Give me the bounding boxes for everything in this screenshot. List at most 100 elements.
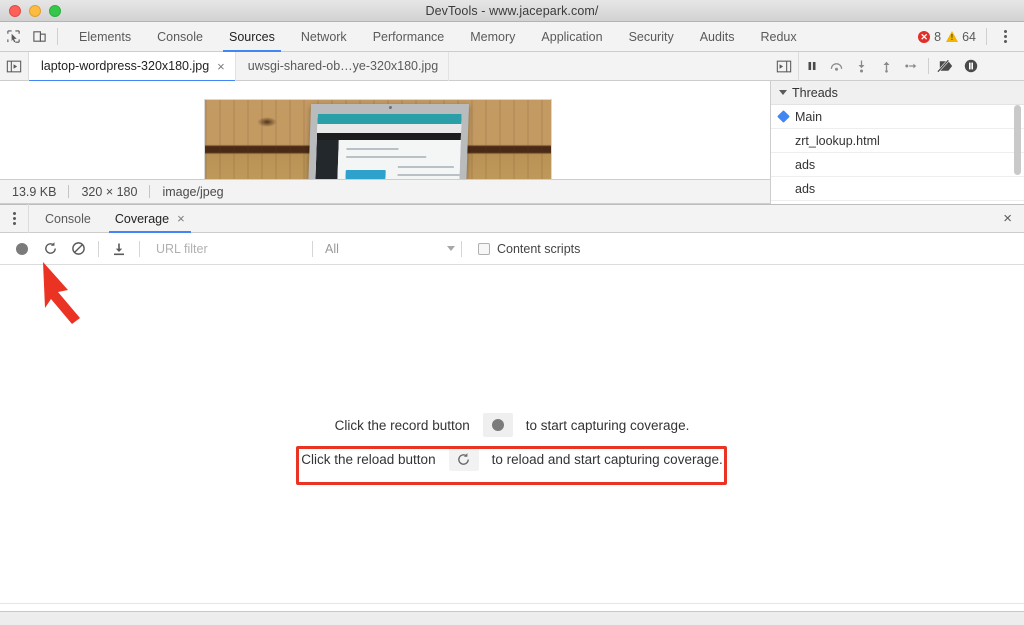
record-instruction-prefix: Click the record button	[334, 417, 470, 433]
devtools-main-toolbar: Elements Console Sources Network Perform…	[0, 22, 1024, 52]
image-file-size: 13.9 KB	[12, 184, 57, 199]
thread-item-label: ads	[795, 157, 816, 172]
thread-item-main[interactable]: Main	[771, 105, 1024, 129]
thread-item-ads-2[interactable]: ads	[771, 177, 1024, 201]
chevron-down-icon	[779, 90, 787, 95]
debugger-divider-2	[928, 58, 929, 74]
drawer-kebab-menu-icon[interactable]	[0, 212, 28, 225]
drawer-tab-label: Coverage	[114, 211, 170, 226]
tab-sources[interactable]: Sources	[216, 22, 288, 52]
panel-tab-list: Elements Console Sources Network Perform…	[66, 22, 810, 52]
coverage-type-filter-value: All	[325, 241, 339, 256]
devtools-window: DevTools - www.jacepark.com/ Elements Co…	[0, 0, 1024, 625]
tab-memory-label: Memory	[470, 29, 516, 44]
tab-audits[interactable]: Audits	[687, 22, 748, 52]
chevron-down-icon	[447, 246, 455, 251]
tab-console[interactable]: Console	[144, 22, 216, 52]
content-scripts-checkbox[interactable]: Content scripts	[478, 242, 580, 256]
step-over-icon[interactable]	[824, 52, 849, 81]
coverage-empty-state: Click the record button to start capturi…	[0, 408, 1024, 476]
reload-instruction-suffix: to reload and start capturing coverage.	[491, 451, 723, 467]
image-dimensions: 320 × 180	[81, 184, 138, 199]
drawer-tab-close-icon[interactable]: ×	[177, 212, 185, 225]
tab-redux-label: Redux	[760, 29, 797, 44]
tab-security-label: Security	[628, 29, 674, 44]
warning-counter[interactable]: 64	[946, 30, 981, 44]
toolbar-right-group: ✕ 8 64	[918, 24, 1024, 50]
error-counter[interactable]: ✕ 8	[918, 30, 946, 44]
pause-on-exceptions-icon[interactable]	[958, 52, 983, 81]
toolbar-divider	[57, 28, 58, 45]
reload-instruction-prefix: Click the reload button	[301, 451, 436, 467]
window-bottom-strip	[0, 611, 1024, 625]
annotation-arrow-icon	[43, 262, 80, 324]
coverage-toolbar-divider-4	[461, 240, 462, 257]
sources-file-tabstrip: laptop-wordpress-320x180.jpg × uwsgi-sha…	[0, 51, 770, 82]
image-preview-pane	[0, 81, 770, 179]
record-instruction-suffix: to start capturing coverage.	[525, 417, 690, 433]
file-tab-label: uwsgi-shared-ob…ye-320x180.jpg	[247, 59, 439, 73]
error-count: 8	[934, 29, 942, 44]
tab-application[interactable]: Application	[528, 22, 615, 52]
threads-header-label: Threads	[792, 85, 838, 100]
file-tab-label: laptop-wordpress-320x180.jpg	[41, 59, 210, 73]
debugger-toolbar	[770, 51, 1024, 81]
tab-memory[interactable]: Memory	[457, 22, 528, 52]
window-titlebar: DevTools - www.jacepark.com/	[0, 0, 1024, 22]
drawer-divider	[28, 204, 29, 233]
step-into-icon[interactable]	[849, 52, 874, 81]
tab-elements[interactable]: Elements	[66, 22, 144, 52]
record-icon[interactable]	[482, 413, 513, 437]
laptop-camera-dot	[388, 106, 392, 109]
inspect-element-icon[interactable]	[0, 24, 26, 50]
url-filter-input[interactable]	[156, 238, 306, 259]
tab-security[interactable]: Security	[616, 22, 687, 52]
step-icon[interactable]	[899, 52, 924, 81]
coverage-type-filter-select[interactable]: All	[325, 242, 455, 256]
thread-item-label: ads	[795, 181, 816, 196]
image-status-bar: 13.9 KB 320 × 180 image/jpeg	[0, 179, 770, 204]
warning-icon	[946, 31, 959, 42]
tab-application-label: Application	[541, 29, 603, 44]
threads-section-header[interactable]: Threads	[771, 81, 1024, 105]
coverage-toolbar: All Content scripts	[0, 233, 1024, 265]
pause-icon[interactable]	[799, 52, 824, 81]
tab-elements-label: Elements	[79, 29, 132, 44]
content-scripts-label: Content scripts	[497, 241, 581, 256]
drawer-tab-console[interactable]: Console	[33, 204, 103, 233]
thread-item-zrt-lookup[interactable]: zrt_lookup.html	[771, 129, 1024, 153]
deactivate-breakpoints-icon[interactable]	[933, 52, 958, 81]
toolbar-divider-right	[986, 28, 987, 45]
status-divider	[149, 185, 151, 198]
error-icon: ✕	[918, 30, 931, 43]
tab-performance-label: Performance	[372, 29, 445, 44]
tab-redux[interactable]: Redux	[747, 22, 809, 52]
thread-item-label: Main	[795, 109, 823, 124]
image-mime-type: image/jpeg	[162, 184, 224, 199]
show-navigator-icon[interactable]	[0, 52, 28, 81]
file-tab-uwsgi-shared[interactable]: uwsgi-shared-ob…ye-320x180.jpg	[236, 51, 450, 81]
tab-performance[interactable]: Performance	[360, 22, 458, 52]
reload-instruction-line: Click the reload button to reload and st…	[301, 442, 723, 476]
tab-console-label: Console	[157, 29, 203, 44]
checkbox-box-icon	[478, 242, 490, 255]
window-title: DevTools - www.jacepark.com/	[425, 3, 599, 18]
drawer-tab-coverage[interactable]: Coverage ×	[103, 204, 197, 233]
file-tab-laptop-wordpress[interactable]: laptop-wordpress-320x180.jpg ×	[29, 51, 236, 82]
threads-sidebar: Threads Main zrt_lookup.html ads ads	[770, 81, 1024, 204]
kebab-menu-icon[interactable]	[992, 24, 1018, 50]
close-drawer-icon[interactable]: ×	[1003, 210, 1012, 227]
device-toolbar-icon[interactable]	[26, 24, 52, 50]
step-out-icon[interactable]	[874, 52, 899, 81]
show-debugger-sidebar-icon[interactable]	[770, 52, 798, 81]
record-instruction-line: Click the record button to start capturi…	[334, 408, 690, 442]
reload-icon[interactable]	[448, 447, 479, 471]
file-tab-close-icon[interactable]: ×	[217, 60, 225, 73]
tab-sources-label: Sources	[228, 29, 275, 44]
image-preview	[204, 99, 552, 179]
tab-network[interactable]: Network	[288, 22, 360, 52]
thread-item-ads-1[interactable]: ads	[771, 153, 1024, 177]
thread-item-label: zrt_lookup.html	[795, 133, 880, 148]
tab-network-label: Network	[300, 29, 347, 44]
threads-scrollbar[interactable]	[1014, 105, 1021, 175]
